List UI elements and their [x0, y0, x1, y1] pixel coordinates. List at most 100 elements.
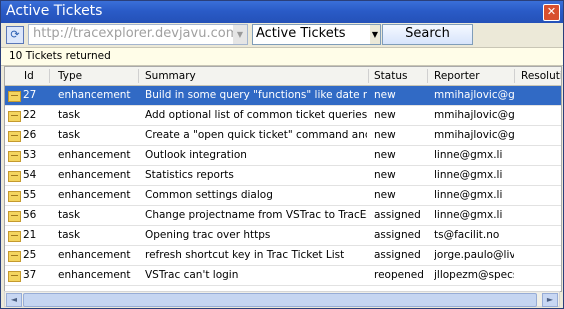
ticket-summary: Create a "open quick ticket" command and… — [145, 129, 367, 141]
ticket-status: new — [374, 169, 396, 181]
ticket-icon — [8, 191, 21, 202]
ticket-id: 54 — [23, 169, 37, 181]
table-row[interactable]: 26 task Create a "open quick ticket" com… — [5, 126, 561, 146]
table-row[interactable]: 55 enhancement Common settings dialog ne… — [5, 186, 561, 206]
column-header-summary[interactable]: Summary — [145, 70, 196, 82]
column-divider[interactable] — [514, 69, 515, 83]
active-tickets-window: Active Tickets ✕ ⟳ http://tracexplorer.d… — [0, 0, 564, 309]
ticket-status: assigned — [374, 209, 421, 221]
ticket-status: assigned — [374, 229, 421, 241]
ticket-status: new — [374, 149, 396, 161]
ticket-type: enhancement — [58, 169, 131, 181]
query-select[interactable]: Active Tickets ▼ — [252, 24, 381, 45]
search-button[interactable]: Search — [382, 24, 473, 45]
ticket-status: new — [374, 129, 396, 141]
ticket-type: enhancement — [58, 249, 131, 261]
scroll-left-icon[interactable]: ◄ — [6, 293, 22, 307]
chevron-down-icon[interactable]: ▼ — [370, 25, 380, 44]
ticket-reporter: linne@gmx.li — [434, 169, 503, 181]
ticket-id: 21 — [23, 229, 37, 241]
ticket-count-text: 10 Tickets returned — [9, 50, 111, 62]
chevron-down-icon[interactable]: ▼ — [233, 25, 247, 44]
ticket-type: enhancement — [58, 89, 131, 101]
table-row[interactable]: 21 task Opening trac over https assigned… — [5, 226, 561, 246]
ticket-icon — [8, 151, 21, 162]
ticket-id: 37 — [23, 269, 37, 281]
table-row[interactable]: 56 task Change projectname from VSTrac t… — [5, 206, 561, 226]
ticket-reporter: mmihajlovic@gm... — [434, 129, 514, 141]
tickets-table[interactable]: Id Type Summary Status Reporter Resoluti… — [4, 66, 562, 292]
table-row[interactable]: 22 task Add optional list of common tick… — [5, 106, 561, 126]
ticket-id: 56 — [23, 209, 37, 221]
column-header-id[interactable]: Id — [24, 70, 34, 82]
horizontal-scrollbar[interactable]: ◄ ► — [4, 291, 560, 307]
ticket-status: new — [374, 189, 396, 201]
ticket-icon — [8, 171, 21, 182]
ticket-type: enhancement — [58, 149, 131, 161]
column-header-status[interactable]: Status — [374, 70, 407, 82]
ticket-reporter: linne@gmx.li — [434, 189, 503, 201]
toolbar: ⟳ http://tracexplorer.devjavu.com/ ▼ Act… — [1, 23, 563, 47]
ticket-icon — [8, 231, 21, 242]
ticket-type: enhancement — [58, 189, 131, 201]
ticket-id: 25 — [23, 249, 37, 261]
ticket-icon — [8, 251, 21, 262]
column-divider[interactable] — [49, 69, 50, 83]
table-row[interactable]: 25 enhancement refresh shortcut key in T… — [5, 246, 561, 266]
ticket-reporter: mmihajlovic@gm... — [434, 89, 514, 101]
column-header-reporter[interactable]: Reporter — [434, 70, 480, 82]
close-icon[interactable]: ✕ — [543, 4, 560, 21]
ticket-type: task — [58, 129, 81, 141]
ticket-reporter: jorge.paulo@live... — [434, 249, 514, 261]
ticket-reporter: ts@facilit.no — [434, 229, 500, 241]
url-combobox[interactable]: http://tracexplorer.devjavu.com/ ▼ — [28, 24, 248, 45]
column-divider[interactable] — [368, 69, 369, 83]
column-divider[interactable] — [427, 69, 428, 83]
ticket-icon — [8, 211, 21, 222]
url-input[interactable]: http://tracexplorer.devjavu.com/ — [33, 26, 243, 41]
query-select-value: Active Tickets — [256, 26, 346, 41]
ticket-id: 22 — [23, 109, 37, 121]
ticket-icon — [8, 271, 21, 282]
ticket-status: new — [374, 89, 396, 101]
ticket-status: assigned — [374, 249, 421, 261]
ticket-status: new — [374, 109, 396, 121]
table-header: Id Type Summary Status Reporter Resoluti… — [5, 67, 561, 86]
ticket-reporter: linne@gmx.li — [434, 149, 503, 161]
ticket-summary: Build in some query "functions" like dat… — [145, 89, 367, 101]
scroll-right-icon[interactable]: ► — [542, 293, 558, 307]
ticket-reporter: mmihajlovic@gm... — [434, 109, 514, 121]
ticket-summary: refresh shortcut key in Trac Ticket List — [145, 249, 345, 261]
ticket-summary: Add optional list of common ticket queri… — [145, 109, 367, 121]
ticket-summary: Change projectname from VSTrac to TracEx… — [145, 209, 367, 221]
title-bar: Active Tickets ✕ — [1, 1, 563, 23]
ticket-icon — [8, 131, 21, 142]
table-row[interactable]: 27 enhancement Build in some query "func… — [5, 86, 561, 106]
column-header-type[interactable]: Type — [58, 70, 82, 82]
ticket-icon — [8, 91, 21, 102]
table-row[interactable]: 37 enhancement VSTrac can't login reopen… — [5, 266, 561, 286]
ticket-reporter: linne@gmx.li — [434, 209, 503, 221]
ticket-summary: VSTrac can't login — [145, 269, 239, 281]
column-divider[interactable] — [138, 69, 139, 83]
ticket-icon — [8, 111, 21, 122]
ticket-id: 53 — [23, 149, 37, 161]
table-row[interactable]: 53 enhancement Outlook integration new l… — [5, 146, 561, 166]
table-row[interactable]: 54 enhancement Statistics reports new li… — [5, 166, 561, 186]
ticket-summary: Common settings dialog — [145, 189, 273, 201]
ticket-id: 27 — [23, 89, 37, 101]
ticket-type: task — [58, 209, 81, 221]
status-bar: 10 Tickets returned — [1, 47, 563, 66]
ticket-id: 55 — [23, 189, 37, 201]
ticket-reporter: jllopezm@specsa... — [434, 269, 514, 281]
window-title: Active Tickets — [6, 3, 103, 19]
ticket-status: reopened — [374, 269, 424, 281]
ticket-summary: Outlook integration — [145, 149, 247, 161]
ticket-type: enhancement — [58, 269, 131, 281]
refresh-icon[interactable]: ⟳ — [6, 26, 24, 44]
ticket-type: task — [58, 229, 81, 241]
column-header-resolution[interactable]: Resolutio — [521, 70, 561, 82]
ticket-summary: Opening trac over https — [145, 229, 271, 241]
scrollbar-thumb[interactable] — [23, 293, 537, 307]
ticket-type: task — [58, 109, 81, 121]
